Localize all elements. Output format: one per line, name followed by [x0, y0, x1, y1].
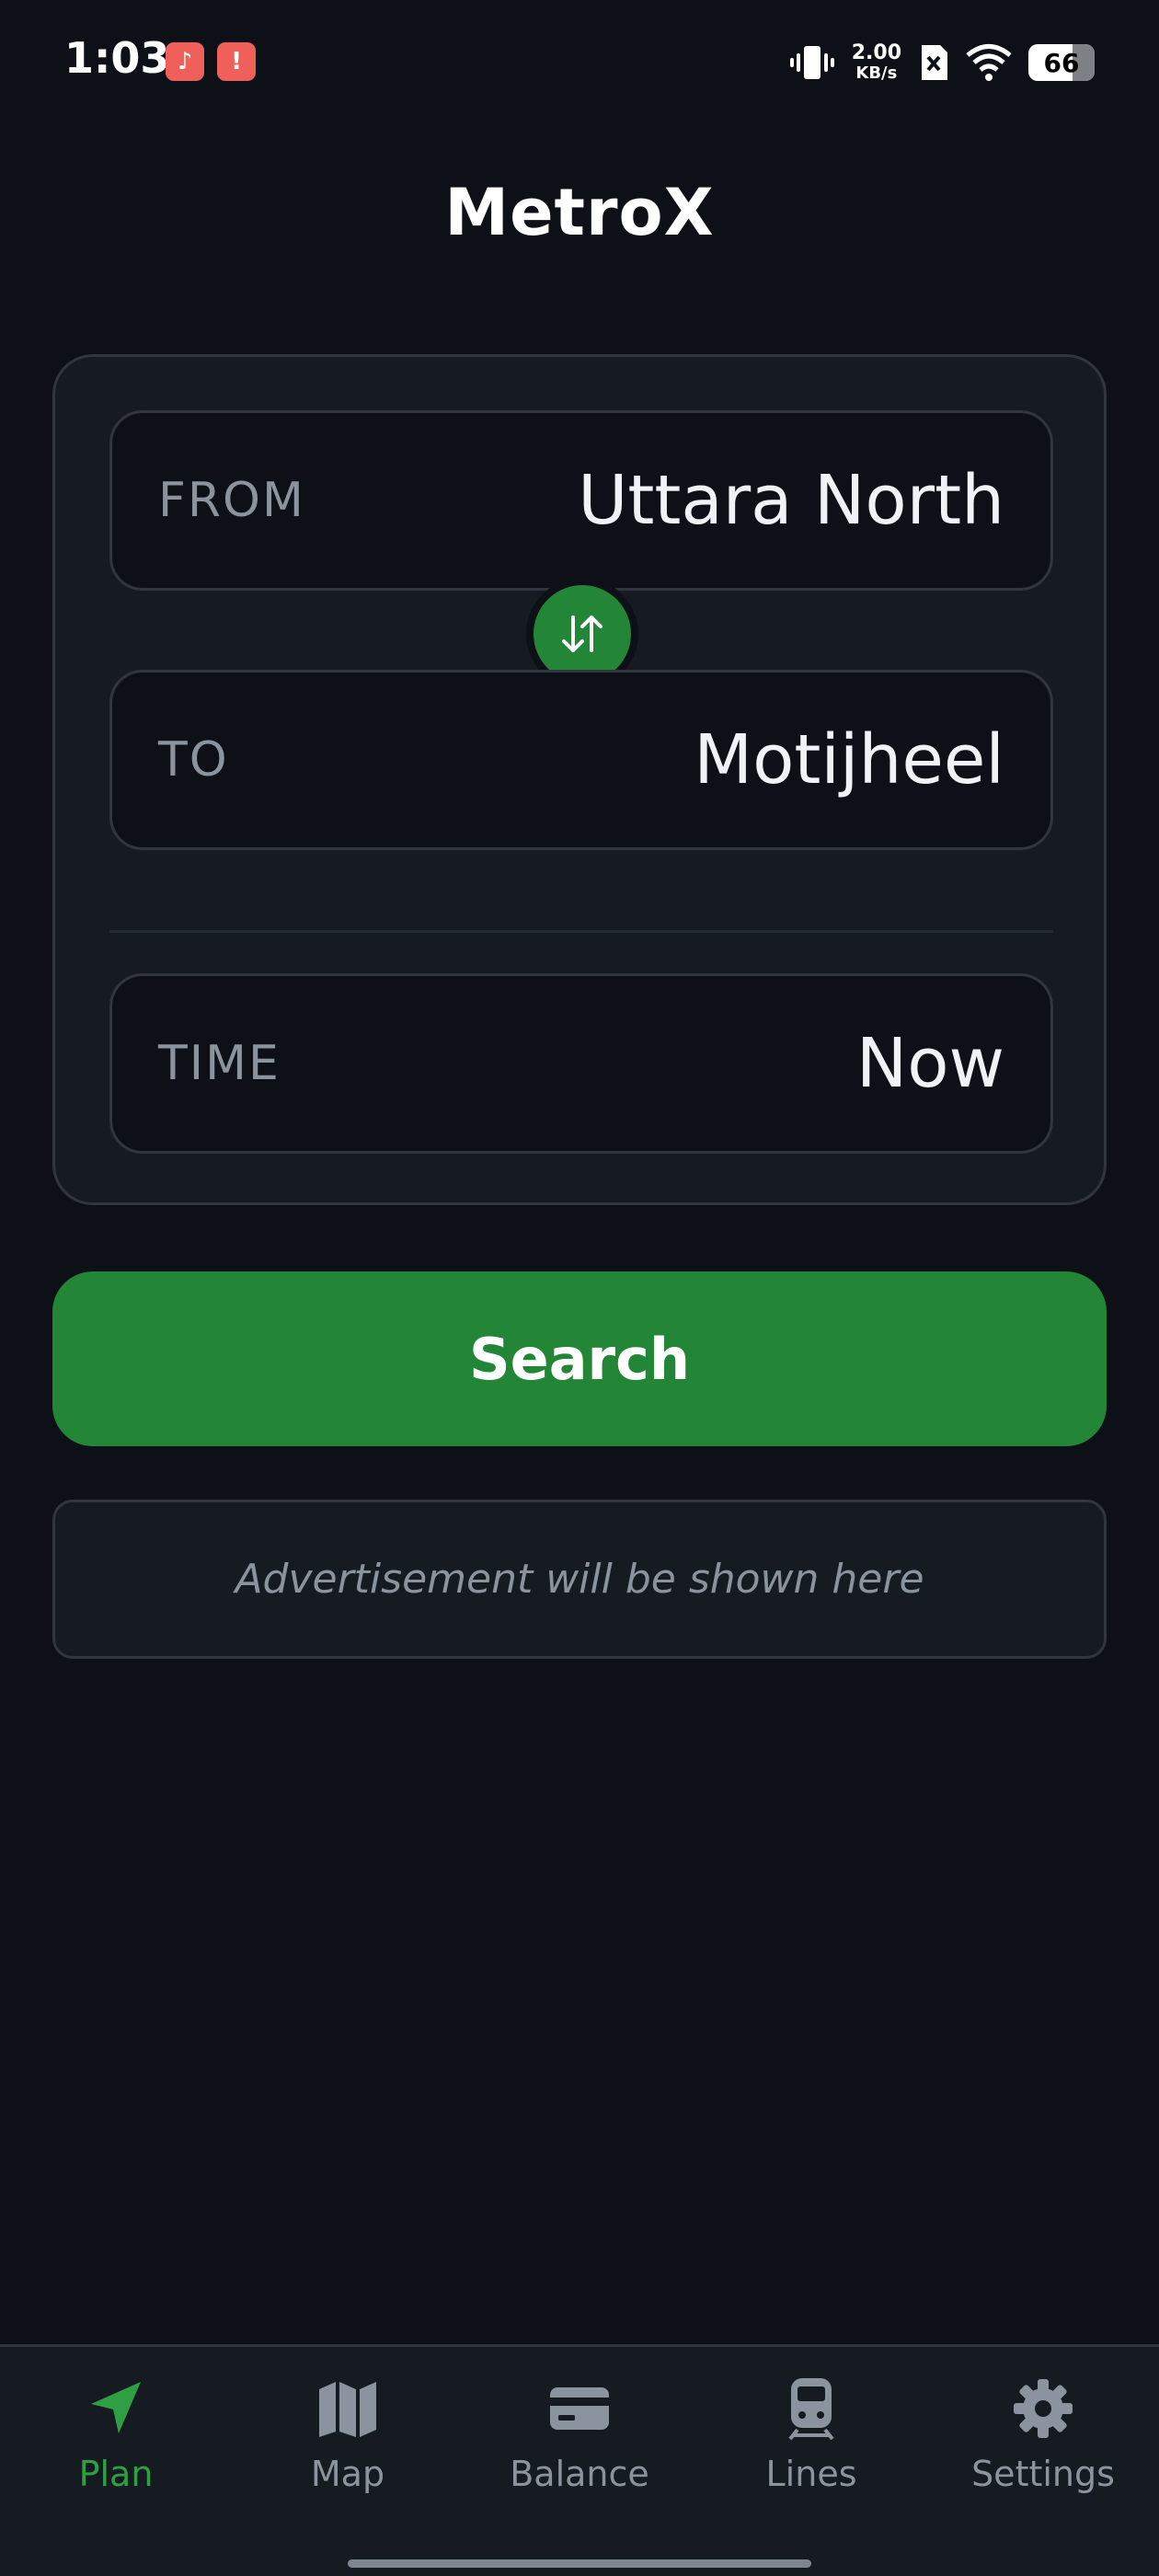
bottom-navigation: Plan Map Balance Lines Settings — [0, 2344, 1159, 2576]
navigation-arrow-icon — [91, 2382, 141, 2433]
nav-label-plan: Plan — [78, 2454, 154, 2494]
nav-label-lines: Lines — [765, 2454, 857, 2494]
nav-label-balance: Balance — [510, 2454, 649, 2494]
nav-item-settings[interactable]: Settings — [927, 2347, 1159, 2576]
sim-icon — [922, 45, 947, 80]
network-speed-value: 2.00 — [851, 41, 901, 64]
network-speed-unit: KB/s — [855, 63, 898, 83]
nav-label-map: Map — [310, 2454, 385, 2494]
time-label: TIME — [158, 1036, 281, 1091]
nav-item-lines[interactable]: Lines — [695, 2347, 927, 2576]
battery-icon: 66 — [1028, 44, 1095, 81]
nav-item-map[interactable]: Map — [232, 2347, 464, 2576]
nav-item-balance[interactable]: Balance — [464, 2347, 695, 2576]
network-speed: 2.00 KB/s — [852, 43, 901, 82]
gear-icon — [1014, 2379, 1073, 2438]
search-button[interactable]: Search — [52, 1271, 1107, 1446]
to-value: Motijheel — [694, 720, 1004, 799]
home-indicator[interactable] — [348, 2559, 811, 2568]
time-value: Now — [855, 1024, 1004, 1103]
from-value: Uttara North — [578, 461, 1004, 540]
advertisement-placeholder: Advertisement will be shown here — [52, 1500, 1107, 1659]
wifi-icon — [966, 44, 1012, 81]
card-icon — [550, 2387, 609, 2430]
swap-vertical-icon — [562, 615, 602, 652]
train-icon — [788, 2378, 834, 2441]
app-screen: 1:03 ♪ ! 2.00 KB/s 66 MetroX FROM Uttara… — [0, 0, 1159, 2576]
status-bar: 1:03 ♪ ! 2.00 KB/s 66 — [0, 0, 1159, 120]
nav-item-plan[interactable]: Plan — [0, 2347, 232, 2576]
to-station-field[interactable]: TO Motijheel — [109, 670, 1053, 850]
nav-label-settings: Settings — [971, 2454, 1115, 2494]
to-label: TO — [158, 732, 229, 788]
advertisement-text: Advertisement will be shown here — [235, 1556, 924, 1603]
status-icons: 2.00 KB/s 66 — [789, 37, 1095, 88]
page-title: MetroX — [444, 175, 715, 250]
trip-planner-card: FROM Uttara North TO Motijheel TIME Now — [52, 354, 1107, 1205]
music-app-icon: ♪ — [166, 42, 204, 81]
from-label: FROM — [158, 473, 305, 528]
status-time: 1:03 — [64, 33, 170, 83]
battery-level: 66 — [1043, 47, 1080, 78]
vibrate-icon — [789, 46, 834, 79]
time-field[interactable]: TIME Now — [109, 973, 1053, 1154]
from-station-field[interactable]: FROM Uttara North — [109, 410, 1053, 591]
divider — [109, 930, 1053, 933]
warning-icon: ! — [217, 42, 256, 81]
map-icon — [319, 2382, 376, 2437]
